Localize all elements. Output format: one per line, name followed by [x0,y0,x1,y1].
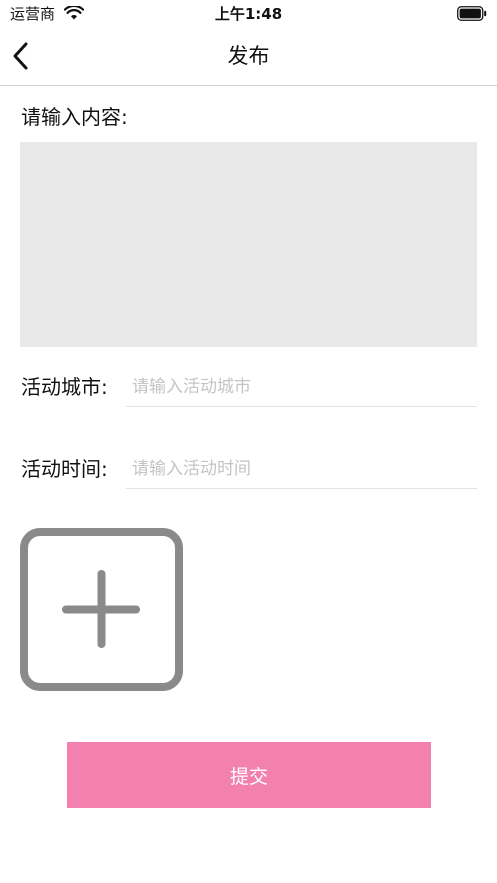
time-label: 活动时间: [21,457,108,481]
add-photo-button[interactable] [20,528,183,691]
battery-icon [457,6,487,21]
submit-button[interactable]: 提交 [67,742,431,808]
status-time: 上午1:48 [214,5,283,23]
content-label: 请输入内容: [21,105,128,129]
city-label: 活动城市: [21,375,108,399]
add-photo-icon [20,528,183,691]
city-input[interactable] [126,367,477,407]
status-bar: 运营商 上午1:48 [0,0,497,28]
page-title: 发布 [227,44,270,68]
content-textarea[interactable] [20,142,477,347]
nav-bar: 发布 [0,28,497,86]
time-input[interactable] [126,449,477,489]
